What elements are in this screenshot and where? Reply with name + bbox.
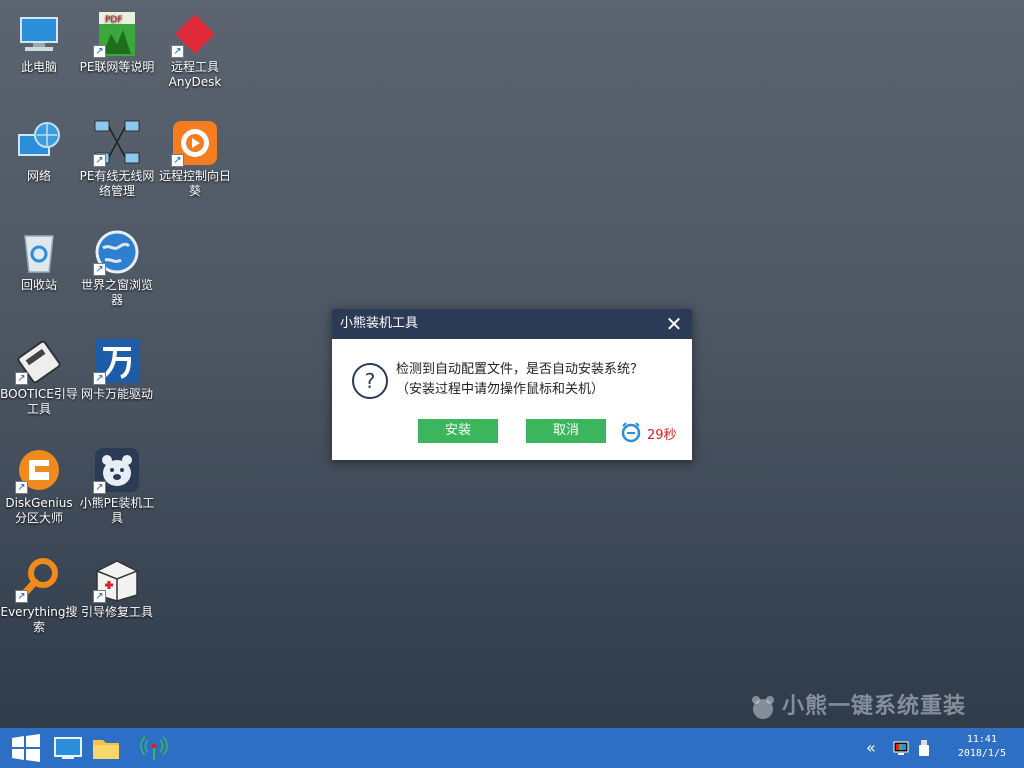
diskgenius-icon: ↗ xyxy=(15,446,63,494)
svg-text:PDF: PDF xyxy=(105,15,123,25)
clock-time: 11:41 xyxy=(966,734,997,745)
countdown-text: 29秒 xyxy=(647,428,677,443)
bear-pe-icon: ↗ xyxy=(93,446,141,494)
icon-label: PE联网等说明 xyxy=(79,60,155,74)
icon-label: 远程控制向日葵 xyxy=(158,169,231,198)
desktop-icon-theworld-browser[interactable]: ↗ 世界之窗浏览器 xyxy=(78,222,156,308)
monitor-icon xyxy=(54,737,82,759)
message-line-2: （安装过程中请勿操作鼠标和关机） xyxy=(396,382,605,397)
shortcut-arrow-icon: ↗ xyxy=(93,154,106,167)
recycle-bin-icon xyxy=(15,228,63,276)
desktop-icon-pe-readme[interactable]: PDF ↗ PE联网等说明 xyxy=(78,4,156,75)
bear-logo-icon xyxy=(748,692,778,722)
computer-icon xyxy=(15,10,63,58)
clock-date: 2018/1/5 xyxy=(957,748,1006,759)
icon-label: BOOTICE引导工具 xyxy=(0,387,78,416)
repair-kit-icon: ↗ xyxy=(93,555,141,603)
wan-driver-icon: ↗ xyxy=(93,337,141,385)
install-confirm-dialog: 小熊装机工具 ✕ ? 检测到自动配置文件，是否自动安装系统？ （安装过程中请勿操… xyxy=(332,309,692,460)
anydesk-icon: ↗ xyxy=(171,10,219,58)
shortcut-arrow-icon: ↗ xyxy=(171,45,184,58)
bootice-icon: ↗ xyxy=(15,337,63,385)
desktop-icon-diskgenius[interactable]: ↗ DiskGenius分区大师 xyxy=(0,440,78,526)
icon-label: 世界之窗浏览器 xyxy=(80,278,153,307)
desktop-icon-boot-repair[interactable]: ↗ 引导修复工具 xyxy=(78,549,156,620)
dialog-title: 小熊装机工具 xyxy=(340,316,419,331)
shortcut-arrow-icon: ↗ xyxy=(93,45,106,58)
icon-label: PE有线无线网络管理 xyxy=(79,169,155,198)
desktop-icon-anydesk[interactable]: ↗ 远程工具AnyDesk xyxy=(156,4,234,90)
desktop-icon-nic-driver[interactable]: ↗ 网卡万能驱动 xyxy=(78,331,156,402)
icon-label: 此电脑 xyxy=(20,60,57,74)
wireless-antenna-icon xyxy=(140,736,168,760)
desktop-icon-network[interactable]: 网络 xyxy=(0,113,78,184)
network-manager-icon: ↗ xyxy=(93,119,141,167)
icon-label: 引导修复工具 xyxy=(80,605,153,619)
shortcut-arrow-icon: ↗ xyxy=(15,481,28,494)
icon-label: Everything搜索 xyxy=(0,605,78,634)
taskbar-network-tool-button[interactable] xyxy=(138,732,170,764)
brand-watermark: 小熊一键系统重装 xyxy=(748,688,966,722)
desktop-icon-bear-pe-tool[interactable]: ↗ 小熊PE装机工具 xyxy=(78,440,156,526)
desktop-icon-pe-network-manager[interactable]: ↗ PE有线无线网络管理 xyxy=(78,113,156,199)
taskbar-explorer-button[interactable] xyxy=(90,732,122,764)
desktop-icon-recycle-bin[interactable]: 回收站 xyxy=(0,222,78,293)
display-settings-icon[interactable] xyxy=(893,740,909,756)
shortcut-arrow-icon: ↗ xyxy=(93,263,106,276)
windows-logo-icon xyxy=(12,734,40,762)
cancel-button[interactable]: 取消 xyxy=(526,419,606,443)
install-button[interactable]: 安装 xyxy=(418,419,498,443)
globe-browser-icon: ↗ xyxy=(93,228,141,276)
icon-label: DiskGenius分区大师 xyxy=(5,496,73,525)
folder-icon xyxy=(93,740,119,759)
shortcut-arrow-icon: ↗ xyxy=(93,590,106,603)
icon-label: 网卡万能驱动 xyxy=(80,387,153,401)
desktop-icon-sunlogin[interactable]: ↗ 远程控制向日葵 xyxy=(156,113,234,199)
shortcut-arrow-icon: ↗ xyxy=(93,372,106,385)
close-icon[interactable]: ✕ xyxy=(664,314,684,334)
shortcut-arrow-icon: ↗ xyxy=(15,372,28,385)
watermark-text: 小熊一键系统重装 xyxy=(782,694,967,719)
shortcut-arrow-icon: ↗ xyxy=(15,590,28,603)
question-icon: ? xyxy=(352,363,388,399)
taskbar-desktop-button[interactable] xyxy=(52,732,84,764)
desktop-icon-bootice[interactable]: ↗ BOOTICE引导工具 xyxy=(0,331,78,417)
message-line-1: 检测到自动配置文件，是否自动安装系统？ xyxy=(396,362,644,377)
system-clock[interactable]: 11:41 2018/1/5 xyxy=(958,733,1006,761)
magnifier-icon: ↗ xyxy=(15,555,63,603)
usb-drive-icon[interactable] xyxy=(918,740,930,756)
shortcut-arrow-icon: ↗ xyxy=(93,481,106,494)
desktop-icon-everything[interactable]: ↗ Everything搜索 xyxy=(0,549,78,635)
icon-label: 远程工具AnyDesk xyxy=(168,60,222,89)
icon-label: 网络 xyxy=(26,169,51,183)
start-button[interactable] xyxy=(10,732,42,764)
sunflower-icon: ↗ xyxy=(171,119,219,167)
alarm-clock-icon xyxy=(620,421,642,443)
network-icon xyxy=(15,119,63,167)
shortcut-arrow-icon: ↗ xyxy=(171,154,184,167)
show-hidden-icons-chevron-icon[interactable]: « xyxy=(866,740,876,756)
dialog-message: 检测到自动配置文件，是否自动安装系统？ （安装过程中请勿操作鼠标和关机） xyxy=(396,360,643,400)
dialog-title-bar[interactable]: 小熊装机工具 ✕ xyxy=(332,309,692,339)
icon-label: 小熊PE装机工具 xyxy=(79,496,155,525)
taskbar: « 11:41 2018/1/5 xyxy=(0,728,1024,768)
icon-label: 回收站 xyxy=(20,278,57,292)
pdf-icon: PDF ↗ xyxy=(93,10,141,58)
desktop-icon-this-pc[interactable]: 此电脑 xyxy=(0,4,78,75)
